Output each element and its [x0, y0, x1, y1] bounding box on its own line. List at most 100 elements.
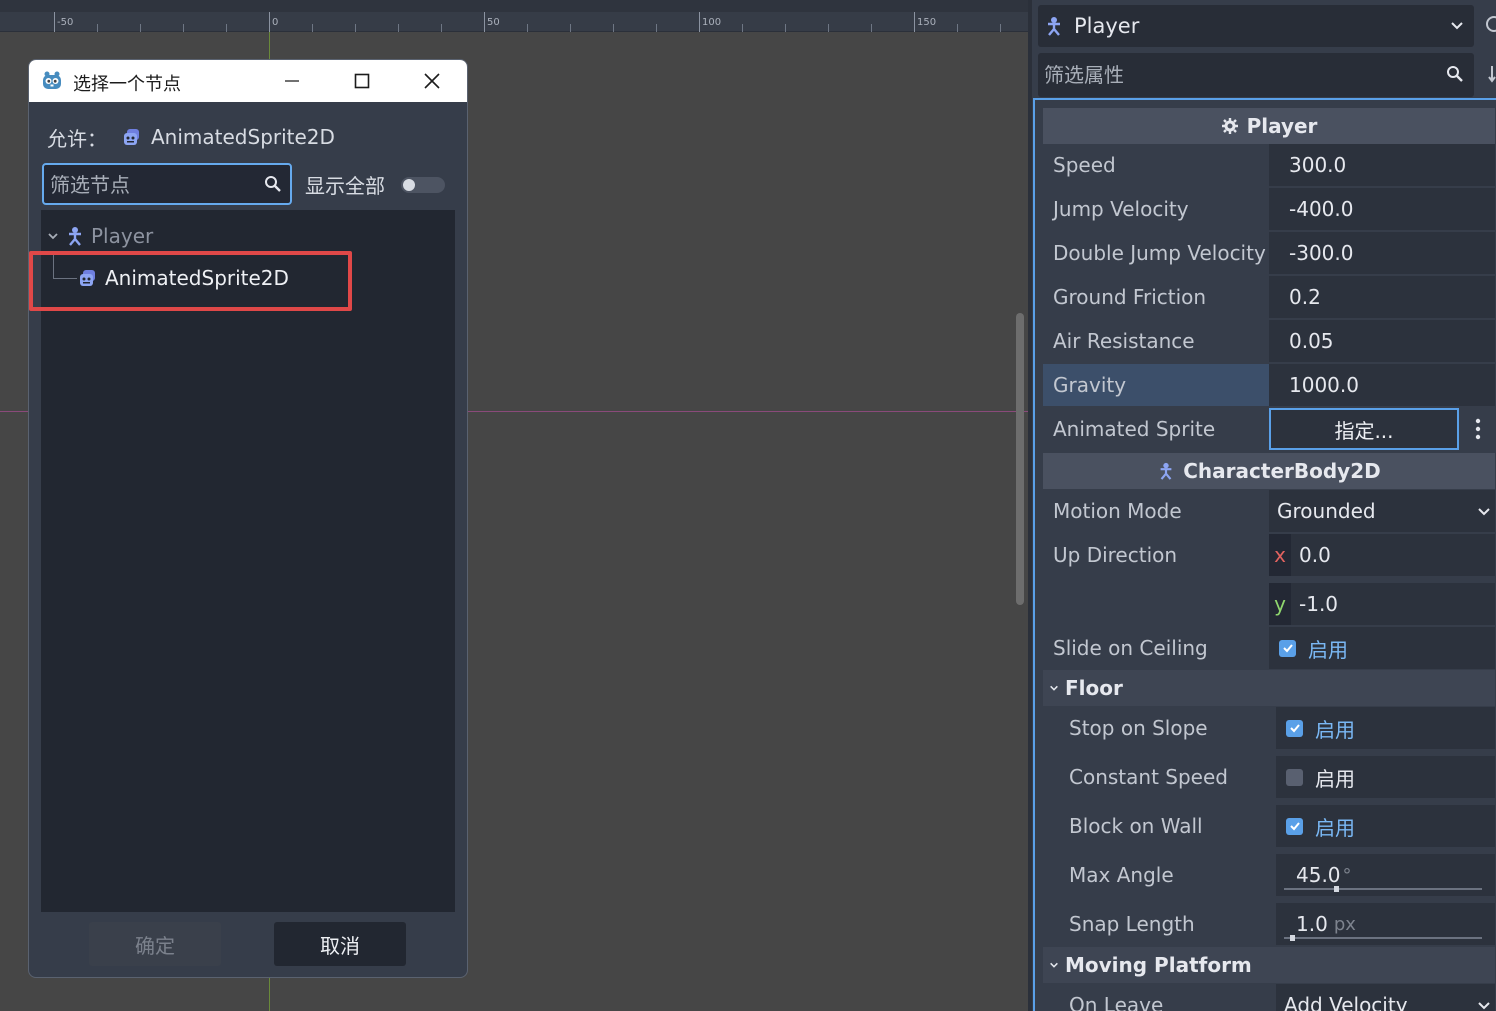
cancel-button[interactable]: 取消	[274, 922, 406, 966]
minimize-button[interactable]	[269, 66, 315, 96]
sort-icon[interactable]	[1484, 64, 1496, 84]
prop-label: Gravity	[1043, 364, 1269, 406]
group-header-floor[interactable]: Floor	[1043, 670, 1495, 706]
ruler-tick	[355, 24, 356, 32]
checkbox-checked-icon	[1279, 639, 1296, 657]
section-title: CharacterBody2D	[1183, 459, 1381, 483]
close-icon	[424, 73, 440, 89]
prop-motion-mode: Motion Mode Grounded	[1043, 490, 1495, 534]
up-direction-y-field[interactable]: y -1.0	[1269, 583, 1495, 625]
chevron-down-icon	[1050, 962, 1058, 968]
section-header-script[interactable]: Player	[1043, 108, 1495, 144]
prop-max-angle: Max Angle 45.0 °	[1043, 854, 1495, 898]
filter-properties-input[interactable]	[1044, 61, 1424, 89]
stop-on-slope-checkbox[interactable]: 启用	[1276, 707, 1495, 749]
section-title: Player	[1246, 114, 1318, 138]
motion-mode-dropdown[interactable]: Grounded	[1269, 490, 1495, 532]
ruler-label: 50	[487, 17, 500, 28]
history-icon[interactable]	[1484, 14, 1496, 34]
maximize-button[interactable]	[339, 66, 385, 96]
node-selector[interactable]: Player	[1038, 5, 1474, 47]
maximize-icon	[354, 73, 370, 89]
properties-panel: Player Speed 300.0 Jump Velocity -400.0 …	[1033, 98, 1496, 1011]
prop-label: Motion Mode	[1053, 499, 1182, 523]
filter-nodes-input[interactable]	[50, 171, 255, 199]
prop-up-direction: Up Direction x 0.0	[1043, 534, 1495, 578]
prop-animated-sprite: Animated Sprite 指定...	[1043, 408, 1495, 452]
jump-velocity-field[interactable]: -400.0	[1269, 188, 1495, 230]
show-all-toggle[interactable]	[401, 177, 445, 193]
ruler-tick	[484, 12, 485, 32]
speed-field[interactable]: 300.0	[1269, 144, 1495, 186]
prop-label: Animated Sprite	[1053, 417, 1216, 441]
godot-logo-icon	[43, 71, 61, 89]
ruler-tick	[742, 24, 743, 32]
ruler-label: 150	[917, 17, 937, 28]
prop-label: Up Direction	[1053, 543, 1178, 567]
prop-label: Ground Friction	[1053, 285, 1207, 309]
prop-ground-friction: Ground Friction 0.2	[1043, 276, 1495, 320]
tree-item-player[interactable]: Player	[47, 218, 153, 254]
on-leave-dropdown[interactable]: Add Velocity	[1276, 984, 1495, 1011]
panel-separator[interactable]	[1028, 0, 1032, 1011]
minimize-icon	[285, 80, 299, 82]
animated-sprite-icon	[124, 129, 139, 145]
prop-label: Slide on Ceiling	[1053, 636, 1208, 660]
prop-air-resistance: Air Resistance 0.05	[1043, 320, 1495, 364]
prop-speed: Speed 300.0	[1043, 144, 1495, 188]
dropdown-value: Grounded	[1277, 499, 1376, 523]
constant-speed-checkbox[interactable]: 启用	[1276, 756, 1495, 798]
ruler-tick	[914, 12, 915, 32]
slider-grabber[interactable]	[1333, 886, 1339, 892]
double-jump-velocity-field[interactable]: -300.0	[1269, 232, 1495, 274]
assign-node-button[interactable]: 指定...	[1269, 408, 1459, 450]
air-resistance-field[interactable]: 0.05	[1269, 320, 1495, 362]
prop-label: Air Resistance	[1053, 329, 1195, 353]
ruler-tick	[140, 24, 141, 32]
vertical-scrollbar[interactable]	[1016, 313, 1024, 605]
animated-sprite-icon	[80, 270, 95, 286]
ruler-tick	[785, 24, 786, 32]
ruler-tick	[54, 12, 55, 32]
filter-nodes-field[interactable]	[42, 163, 292, 205]
checkbox-label: 启用	[1315, 717, 1355, 742]
prop-label: Jump Velocity	[1053, 197, 1189, 221]
section-header-characterbody2d[interactable]: CharacterBody2D	[1043, 453, 1495, 489]
dialog-titlebar[interactable]: 选择一个节点	[29, 60, 467, 102]
more-options-icon[interactable]	[1475, 418, 1481, 440]
gravity-field[interactable]: 1000.0	[1269, 364, 1495, 406]
slide-on-ceiling-checkbox[interactable]: 启用	[1269, 627, 1495, 669]
tree-item-label: AnimatedSprite2D	[105, 266, 289, 290]
slider-grabber[interactable]	[1289, 935, 1295, 941]
ruler-tick	[183, 24, 184, 32]
ruler-tick	[828, 24, 829, 32]
tree-item-label: Player	[91, 224, 154, 248]
axis-value: -1.0	[1299, 592, 1339, 616]
tree-item-animated-sprite[interactable]: AnimatedSprite2D	[79, 260, 289, 296]
chevron-down-icon	[1478, 508, 1490, 516]
prop-label: Max Angle	[1069, 863, 1174, 887]
dialog-title: 选择一个节点	[73, 74, 181, 95]
ruler-tick	[699, 12, 700, 32]
close-button[interactable]	[409, 66, 455, 96]
ok-button[interactable]: 确定	[89, 922, 221, 966]
node-name: Player	[1074, 14, 1140, 38]
chevron-down-icon	[1050, 685, 1058, 691]
ruler-tick	[441, 24, 442, 32]
filter-properties-field[interactable]	[1038, 53, 1474, 97]
character-body-icon	[1160, 462, 1172, 480]
ground-friction-field[interactable]: 0.2	[1269, 276, 1495, 318]
ruler-tick	[527, 24, 528, 32]
dropdown-value: Add Velocity	[1284, 993, 1408, 1011]
ruler-tick	[656, 24, 657, 32]
up-direction-x-field[interactable]: x 0.0	[1269, 534, 1495, 576]
snap-length-slider[interactable]: 1.0 px	[1276, 903, 1495, 945]
max-angle-slider[interactable]: 45.0 °	[1276, 854, 1495, 896]
chevron-down-icon[interactable]	[47, 230, 59, 242]
axis-tag-y: y	[1269, 583, 1291, 625]
ruler-tick	[613, 24, 614, 32]
checkbox-label: 启用	[1315, 766, 1355, 791]
group-header-moving-platform[interactable]: Moving Platform	[1043, 947, 1495, 983]
block-on-wall-checkbox[interactable]: 启用	[1276, 805, 1495, 847]
prop-slide-on-ceiling: Slide on Ceiling 启用	[1043, 627, 1495, 671]
